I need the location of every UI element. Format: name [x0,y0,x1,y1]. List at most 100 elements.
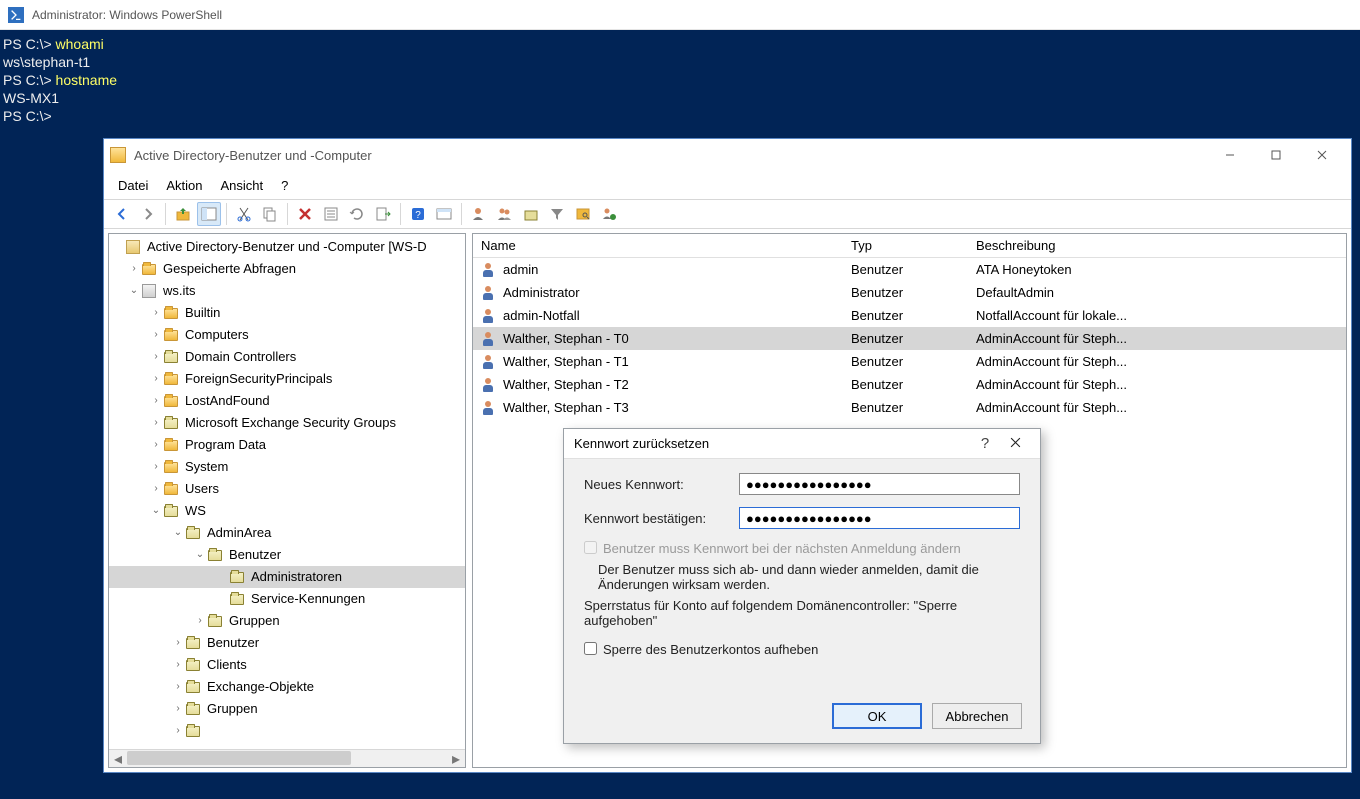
unlock-account-label: Sperre des Benutzerkontos aufheben [603,642,818,657]
export-button[interactable] [371,202,395,226]
dialog-note-2: Sperrstatus für Konto auf folgendem Domä… [584,598,1020,628]
menu-action[interactable]: Aktion [166,178,202,193]
dialog-close-button[interactable] [1000,436,1030,451]
user-icon [481,331,497,347]
list-row[interactable]: adminBenutzerATA Honeytoken [473,258,1346,281]
scroll-left-icon[interactable]: ◂ [109,750,127,767]
close-button[interactable] [1299,140,1345,170]
tree-saved-queries[interactable]: ›Gespeicherte Abfragen [109,258,465,280]
tree-mesg[interactable]: ›Microsoft Exchange Security Groups [109,412,465,434]
tree-benutzer[interactable]: ⌄Benutzer [109,544,465,566]
search-button[interactable] [571,202,595,226]
powershell-titlebar: Administrator: Windows PowerShell [0,0,1360,30]
find-button[interactable] [432,202,456,226]
dialog-title: Kennwort zurücksetzen [574,436,970,451]
refresh-button[interactable] [345,202,369,226]
menu-view[interactable]: Ansicht [221,178,264,193]
new-password-input[interactable] [739,473,1020,495]
tree-root[interactable]: ▾Active Directory-Benutzer und -Computer… [109,236,465,258]
tree-exchange-objekte[interactable]: ›Exchange-Objekte [109,676,465,698]
new-ou-button[interactable] [519,202,543,226]
list-row[interactable]: Walther, Stephan - T1BenutzerAdminAccoun… [473,350,1346,373]
col-type[interactable]: Typ [843,238,968,253]
tree-clients[interactable]: ›Clients [109,654,465,676]
scroll-right-icon[interactable]: ▸ [447,750,465,767]
reset-password-dialog: Kennwort zurücksetzen ? Neues Kennwort: … [563,428,1041,744]
menubar: Datei Aktion Ansicht ? [104,171,1351,199]
list-row[interactable]: AdministratorBenutzerDefaultAdmin [473,281,1346,304]
list-row[interactable]: admin-NotfallBenutzerNotfallAccount für … [473,304,1346,327]
tree-users[interactable]: ›Users [109,478,465,500]
forward-button[interactable] [136,202,160,226]
powershell-icon [8,7,24,23]
list-row[interactable]: Walther, Stephan - T2BenutzerAdminAccoun… [473,373,1346,396]
filter-button[interactable] [545,202,569,226]
menu-help[interactable]: ? [281,178,288,193]
must-change-checkbox [584,541,597,554]
user-icon [481,285,497,301]
tree-fsp[interactable]: ›ForeignSecurityPrincipals [109,368,465,390]
whoami-output: ws\stephan-t1 [3,53,1357,71]
aduc-titlebar: Active Directory-Benutzer und -Computer [104,139,1351,171]
cut-button[interactable] [232,202,256,226]
help-button[interactable]: ? [406,202,430,226]
copy-button[interactable] [258,202,282,226]
scroll-thumb[interactable] [127,751,351,765]
delete-button[interactable] [293,202,317,226]
cancel-button[interactable]: Abbrechen [932,703,1022,729]
tree-gruppen[interactable]: ›Gruppen [109,610,465,632]
properties-button[interactable] [319,202,343,226]
minimize-button[interactable] [1207,140,1253,170]
tree-builtin[interactable]: ›Builtin [109,302,465,324]
tree-ws[interactable]: ⌄WS [109,500,465,522]
dialog-help-button[interactable]: ? [970,435,1000,452]
user-icon [481,262,497,278]
col-name[interactable]: Name [473,238,843,253]
confirm-password-input[interactable] [739,507,1020,529]
tree-panel: ▾Active Directory-Benutzer und -Computer… [108,233,466,768]
toolbar: ? [104,199,1351,229]
tree-benutzer-2[interactable]: ›Benutzer [109,632,465,654]
hostname-output: WS-MX1 [3,89,1357,107]
tree-view[interactable]: ▾Active Directory-Benutzer und -Computer… [109,234,465,749]
dialog-titlebar: Kennwort zurücksetzen ? [564,429,1040,459]
user-icon [481,308,497,324]
aduc-title: Active Directory-Benutzer und -Computer [134,148,372,163]
tree-more[interactable]: › [109,720,465,742]
tree-adminarea[interactable]: ⌄AdminArea [109,522,465,544]
confirm-password-label: Kennwort bestätigen: [584,511,739,526]
svg-text:?: ? [415,210,421,221]
unlock-account-checkbox[interactable] [584,642,597,655]
list-header: Name Typ Beschreibung [473,234,1346,258]
menu-file[interactable]: Datei [118,178,148,193]
add-to-group-button[interactable] [597,202,621,226]
powershell-title: Administrator: Windows PowerShell [32,8,222,22]
tree-program-data[interactable]: ›Program Data [109,434,465,456]
tree-computers[interactable]: ›Computers [109,324,465,346]
tree-system[interactable]: ›System [109,456,465,478]
aduc-icon [110,147,126,163]
tree-gruppen-2[interactable]: ›Gruppen [109,698,465,720]
new-user-button[interactable] [467,202,491,226]
user-icon [481,354,497,370]
col-desc[interactable]: Beschreibung [968,238,1346,253]
tree-domain[interactable]: ⌄ws.its [109,280,465,302]
user-icon [481,400,497,416]
back-button[interactable] [110,202,134,226]
list-row[interactable]: Walther, Stephan - T0BenutzerAdminAccoun… [473,327,1346,350]
tree-lost-and-found[interactable]: ›LostAndFound [109,390,465,412]
list-row[interactable]: Walther, Stephan - T3BenutzerAdminAccoun… [473,396,1346,419]
show-hide-tree-button[interactable] [197,202,221,226]
new-password-label: Neues Kennwort: [584,477,739,492]
new-group-button[interactable] [493,202,517,226]
tree-domain-controllers[interactable]: ›Domain Controllers [109,346,465,368]
tree-administratoren[interactable]: ›Administratoren [109,566,465,588]
maximize-button[interactable] [1253,140,1299,170]
user-icon [481,377,497,393]
must-change-label: Benutzer muss Kennwort bei der nächsten … [603,541,961,556]
tree-scrollbar[interactable]: ◂ ▸ [109,749,465,767]
up-button[interactable] [171,202,195,226]
ok-button[interactable]: OK [832,703,922,729]
tree-service-kennungen[interactable]: ›Service-Kennungen [109,588,465,610]
dialog-note-1: Der Benutzer muss sich ab- und dann wied… [598,562,1020,592]
